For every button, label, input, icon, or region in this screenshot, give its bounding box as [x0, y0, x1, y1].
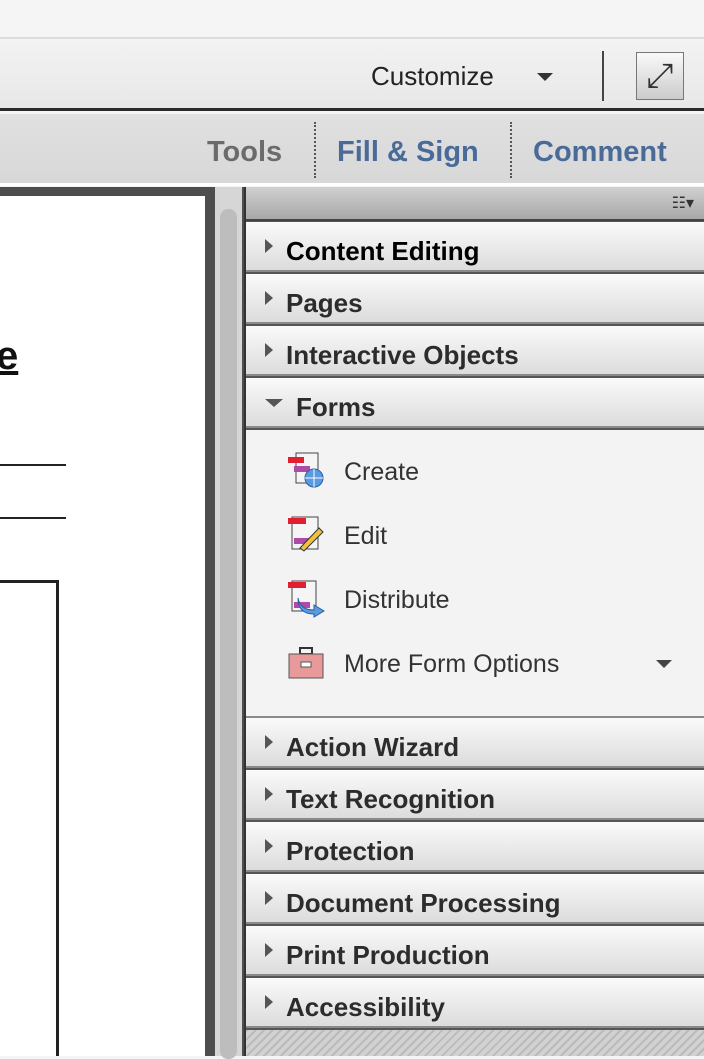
chevron-down-icon[interactable]	[537, 73, 553, 81]
chevron-right-icon	[265, 943, 273, 957]
form-line	[0, 464, 66, 466]
section-forms[interactable]: Forms	[246, 378, 704, 428]
expand-arrows-icon[interactable]: ⤢	[636, 52, 684, 100]
section-text-recognition[interactable]: Text Recognition	[246, 770, 704, 820]
edit-form-icon	[288, 516, 324, 552]
divider	[510, 122, 512, 178]
forms-distribute[interactable]: Distribute	[286, 578, 686, 622]
document-heading: e	[0, 334, 19, 378]
distribute-form-icon	[288, 580, 325, 618]
chevron-right-icon	[265, 735, 273, 749]
form-line	[0, 517, 66, 519]
chevron-right-icon	[265, 343, 273, 357]
vertical-scrollbar[interactable]	[215, 187, 242, 1059]
chevron-down-icon[interactable]	[656, 660, 672, 668]
create-form-icon	[288, 452, 324, 488]
tools-panel: ☷▾ Content Editing Pages Interactive Obj…	[244, 187, 704, 1056]
tab-tools[interactable]: Tools	[207, 136, 282, 169]
toolbox-icon	[288, 647, 324, 679]
customize-button[interactable]: Customize	[371, 61, 494, 92]
forms-edit[interactable]: Edit	[286, 514, 686, 558]
document-page[interactable]: e	[0, 196, 205, 1056]
toolbar: Customize ⤢	[0, 41, 704, 111]
forms-create[interactable]: Create	[286, 450, 686, 494]
divider	[314, 122, 316, 178]
forms-items: Create Edit Distribute More Form Options	[246, 430, 704, 718]
title-bar	[0, 0, 704, 39]
chevron-right-icon	[265, 891, 273, 905]
section-pages[interactable]: Pages	[246, 274, 704, 324]
section-action-wizard[interactable]: Action Wizard	[246, 718, 704, 768]
form-box	[0, 580, 59, 1056]
tab-fill-sign[interactable]: Fill & Sign	[337, 136, 479, 169]
section-print-production[interactable]: Print Production	[246, 926, 704, 976]
forms-more-options[interactable]: More Form Options	[286, 642, 686, 686]
section-accessibility[interactable]: Accessibility	[246, 978, 704, 1028]
section-document-processing[interactable]: Document Processing	[246, 874, 704, 924]
chevron-right-icon	[265, 787, 273, 801]
task-tabs: Tools Fill & Sign Comment	[0, 114, 704, 186]
panel-header: ☷▾	[246, 187, 704, 221]
chevron-down-icon	[265, 399, 283, 407]
scrollbar-thumb[interactable]	[220, 209, 237, 1059]
chevron-right-icon	[265, 239, 273, 253]
divider	[602, 51, 604, 101]
section-protection[interactable]: Protection	[246, 822, 704, 872]
panel-footer	[246, 1030, 704, 1056]
chevron-right-icon	[265, 995, 273, 1009]
chevron-right-icon	[265, 839, 273, 853]
panel-options-icon[interactable]: ☷▾	[672, 193, 694, 213]
chevron-right-icon	[265, 291, 273, 305]
section-content-editing[interactable]: Content Editing	[246, 222, 704, 272]
document-view: e	[0, 187, 246, 1059]
section-interactive-objects[interactable]: Interactive Objects	[246, 326, 704, 376]
tab-comment[interactable]: Comment	[533, 136, 667, 169]
